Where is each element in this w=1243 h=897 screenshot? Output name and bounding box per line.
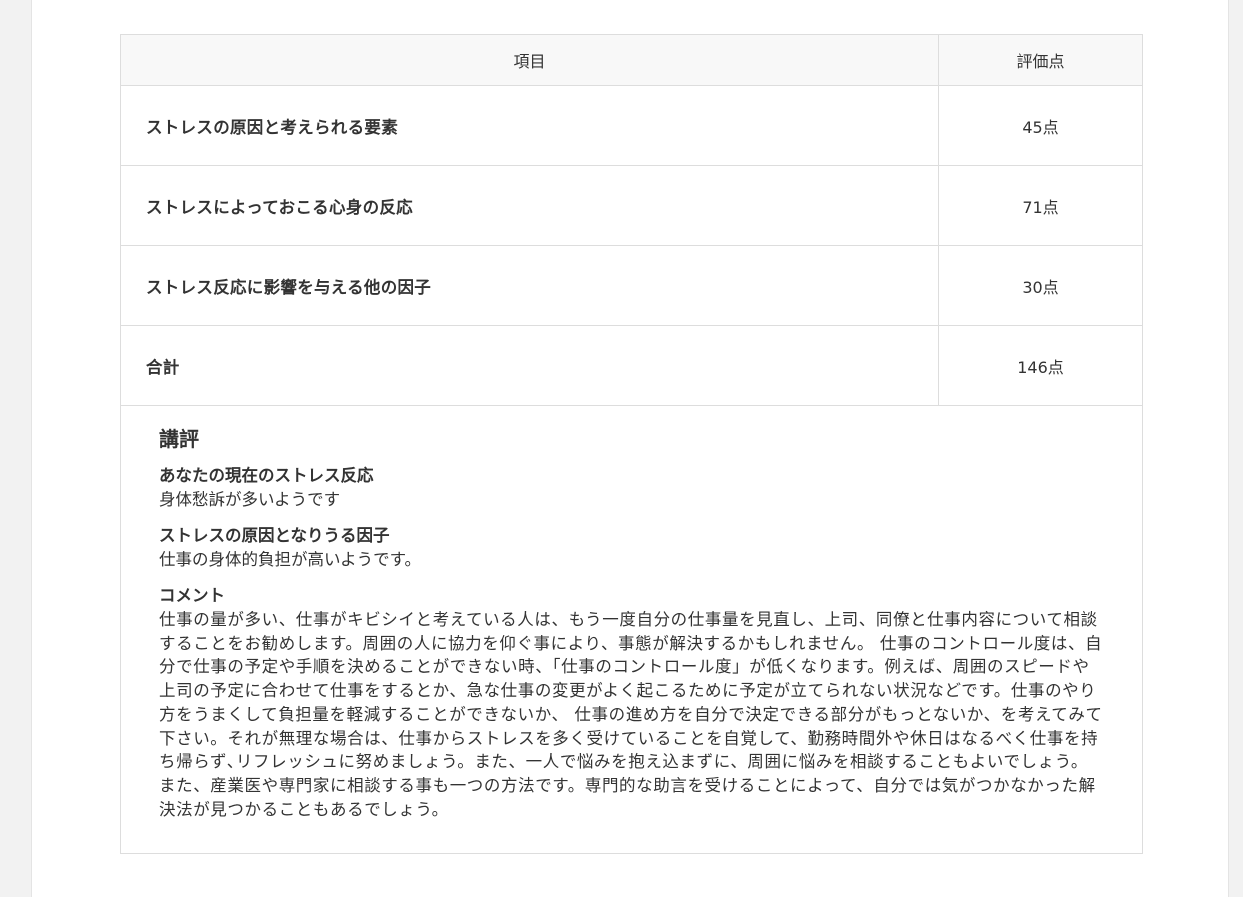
section-heading: あなたの現在のストレス反応 <box>159 466 374 485</box>
review-row: 講評 あなたの現在のストレス反応 身体愁訴が多いようです ストレスの原因となりう… <box>120 404 1143 855</box>
row-score: 71点 <box>938 165 1143 246</box>
section-text: 身体愁訴が多いようです <box>159 490 341 509</box>
total-label: 合計 <box>120 325 939 406</box>
row-item-label: ストレスの原因と考えられる要素 <box>120 85 939 166</box>
row-item-label: ストレス反応に影響を与える他の因子 <box>120 245 939 326</box>
table-row-total: 合計 146点 <box>120 325 1143 406</box>
review-section-current-reaction: あなたの現在のストレス反応 身体愁訴が多いようです <box>159 464 1104 512</box>
header-score: 評価点 <box>938 34 1143 86</box>
row-score: 45点 <box>938 85 1143 166</box>
table-row: ストレスによっておこる心身の反応 71点 <box>120 165 1143 246</box>
stress-result-table: 項目 評価点 ストレスの原因と考えられる要素 45点 ストレスによっておこる心身… <box>120 34 1143 855</box>
section-heading: ストレスの原因となりうる因子 <box>159 526 390 545</box>
section-text: 仕事の身体的負担が高いようです。 <box>159 550 422 569</box>
row-item-label: ストレスによっておこる心身の反応 <box>120 165 939 246</box>
total-score: 146点 <box>938 325 1143 406</box>
table-row: ストレスの原因と考えられる要素 45点 <box>120 85 1143 166</box>
table-row: ストレス反応に影響を与える他の因子 30点 <box>120 245 1143 326</box>
review-section-comment: コメント 仕事の量が多い、仕事がキビシイと考えている人は、もう一度自分の仕事量を… <box>159 584 1104 821</box>
section-heading: コメント <box>159 586 225 605</box>
table-header-row: 項目 評価点 <box>120 34 1143 86</box>
review-cell: 講評 あなたの現在のストレス反応 身体愁訴が多いようです ストレスの原因となりう… <box>120 404 1143 855</box>
review-section-stress-factors: ストレスの原因となりうる因子 仕事の身体的負担が高いようです。 <box>159 524 1104 572</box>
page-container: 項目 評価点 ストレスの原因と考えられる要素 45点 ストレスによっておこる心身… <box>31 0 1229 897</box>
row-score: 30点 <box>938 245 1143 326</box>
header-item: 項目 <box>120 34 939 86</box>
review-title: 講評 <box>159 427 199 451</box>
comment-text: 仕事の量が多い、仕事がキビシイと考えている人は、もう一度自分の仕事量を見直し、上… <box>159 610 1103 819</box>
